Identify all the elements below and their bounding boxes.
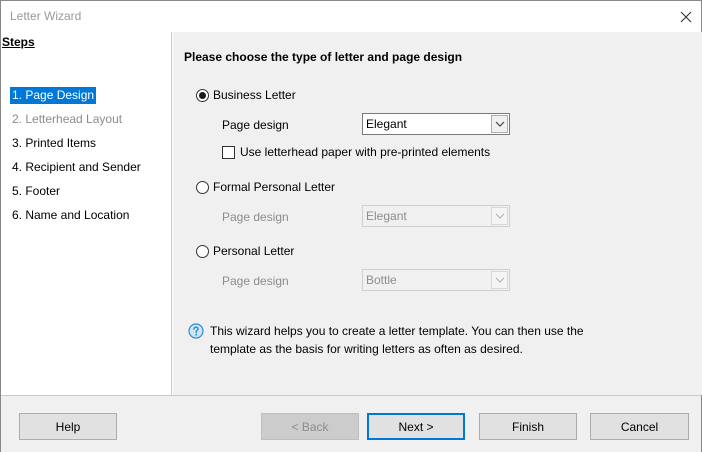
step-label: 5. Footer [12,184,61,198]
page-design-panel: Please choose the type of letter and pag… [173,32,702,395]
business-page-design-label: Page design [222,118,289,132]
step-label: 6. Name and Location [12,208,130,222]
chevron-down-icon [495,121,504,127]
letterhead-checkbox-row[interactable]: Use letterhead paper with pre-printed el… [222,145,490,159]
dropdown-button[interactable] [491,207,508,225]
button-bar: Help < Back Next > Finish Cancel [1,395,701,452]
info-text: This wizard helps you to create a letter… [210,324,584,356]
window-title: Letter Wizard [10,9,82,23]
step-label: 3. Printed Items [12,136,97,150]
help-button[interactable]: Help [19,413,117,440]
personal-letter-radio[interactable] [196,244,209,258]
dropdown-button[interactable] [491,271,508,289]
dropdown-button[interactable] [491,115,508,133]
personal-letter-radio-row[interactable]: Personal Letter [196,244,294,258]
close-button[interactable] [671,1,701,32]
step-label: 2. Letterhead Layout [12,112,123,126]
step-footer[interactable]: 5. Footer [7,182,146,206]
formal-page-design-select[interactable]: Elegant [362,205,510,227]
letterhead-checkbox[interactable] [222,145,235,159]
page-title: Please choose the type of letter and pag… [184,50,463,64]
letter-wizard-dialog: Letter Wizard Steps 1. Page Design 2. Le… [0,0,702,452]
step-printed-items[interactable]: 3. Printed Items [7,134,146,158]
step-name-and-location[interactable]: 6. Name and Location [7,206,146,230]
next-button[interactable]: Next > [367,413,465,440]
back-button[interactable]: < Back [261,413,359,440]
business-letter-label: Business Letter [213,88,296,102]
title-bar: Letter Wizard [1,1,701,32]
personal-letter-label: Personal Letter [213,244,295,258]
close-icon [680,11,692,22]
business-letter-radio[interactable] [196,88,209,102]
select-value: Elegant [366,209,407,223]
step-label: 1. Page Design [10,87,97,104]
steps-header: Steps [2,35,35,49]
step-letterhead-layout[interactable]: 2. Letterhead Layout [7,110,146,134]
formal-personal-letter-radio[interactable] [196,180,209,194]
chevron-down-icon [495,213,504,219]
formal-personal-letter-label: Formal Personal Letter [213,180,336,194]
info-icon [188,323,204,339]
business-letter-radio-row[interactable]: Business Letter [196,88,296,102]
steps-list: 1. Page Design 2. Letterhead Layout 3. P… [7,86,146,230]
finish-button[interactable]: Finish [479,413,577,440]
personal-page-design-label: Page design [222,274,289,288]
chevron-down-icon [495,277,504,283]
select-value: Elegant [366,117,407,131]
select-value: Bottle [366,273,397,287]
step-label: 4. Recipient and Sender [12,160,141,174]
steps-pane: Steps 1. Page Design 2. Letterhead Layou… [1,32,172,395]
step-page-design[interactable]: 1. Page Design [7,86,146,110]
info-message: This wizard helps you to create a letter… [188,322,588,358]
cancel-button[interactable]: Cancel [590,413,689,440]
personal-page-design-select[interactable]: Bottle [362,269,510,291]
business-page-design-select[interactable]: Elegant [362,113,510,135]
formal-personal-letter-radio-row[interactable]: Formal Personal Letter [196,180,335,194]
formal-page-design-label: Page design [222,210,289,224]
step-recipient-and-sender[interactable]: 4. Recipient and Sender [7,158,146,182]
letterhead-checkbox-label: Use letterhead paper with pre-printed el… [240,145,491,159]
